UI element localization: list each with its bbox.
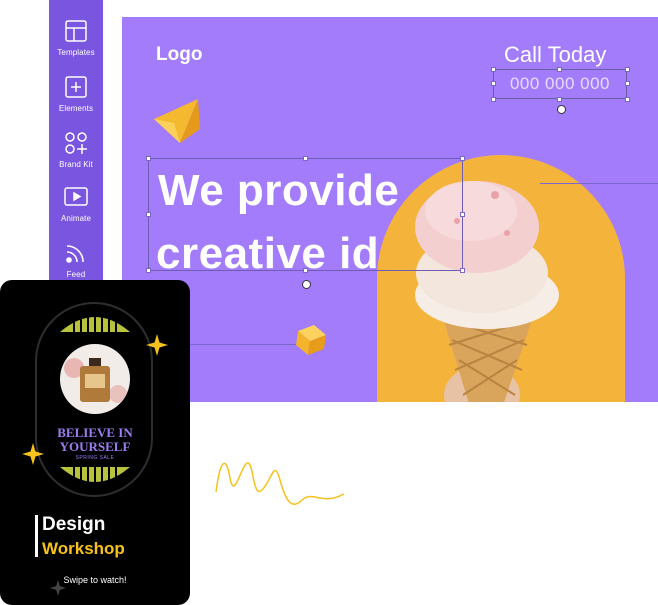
title-line: BELIEVE IN [57,425,133,440]
perfume-photo [60,344,130,414]
pyramid-shape[interactable] [152,99,202,145]
sidebar-item-templates[interactable]: Templates [49,12,103,62]
sparkle-icon [146,334,168,356]
title-line: YOURSELF [59,439,131,454]
resize-handle[interactable] [303,156,308,161]
resize-handle[interactable] [557,67,562,72]
alignment-guide [540,183,658,184]
believe-title: BELIEVE IN YOURSELF [40,426,150,454]
feed-icon [66,245,84,263]
resize-handle[interactable] [460,156,465,161]
phone-selection-box[interactable]: 000 000 000 [493,69,627,99]
stripe-pattern-top [60,313,130,332]
resize-handle[interactable] [460,268,465,273]
story-preview-card[interactable]: BELIEVE IN YOURSELF SPRING SALE Design W… [0,280,190,605]
resize-handle[interactable] [625,67,630,72]
rotate-handle-icon[interactable] [557,105,566,114]
resize-handle[interactable] [625,97,630,102]
call-today-text[interactable]: Call Today [504,42,606,68]
design-canvas[interactable]: Logo Call Today 000 000 000 We provide c… [122,17,658,402]
resize-handle[interactable] [146,268,151,273]
cube-shape[interactable] [294,323,328,357]
sidebar-item-label: Feed [66,270,86,279]
resize-handle[interactable] [460,212,465,217]
brand-kit-icon [65,132,87,154]
resize-handle[interactable] [557,97,562,102]
templates-icon [65,20,87,42]
rotate-handle-icon[interactable] [302,280,311,289]
resize-handle[interactable] [146,212,151,217]
stripe-pattern-bottom [60,467,130,486]
phone-number-text[interactable]: 000 000 000 [494,70,626,98]
design-text: Design [42,514,106,535]
resize-handle[interactable] [491,97,496,102]
logo-text[interactable]: Logo [156,44,202,66]
sidebar-item-label: Brand Kit [59,160,93,169]
swipe-text[interactable]: Swipe to watch! [0,575,190,585]
resize-handle[interactable] [303,268,308,273]
tool-sidebar: Templates Elements Brand Kit Animate Fee… [49,0,103,300]
sidebar-item-label: Elements [58,104,94,113]
sidebar-item-animate[interactable]: Animate [49,178,103,228]
resize-handle[interactable] [491,81,496,86]
squiggle-decoration [215,462,345,505]
sparkle-icon [22,443,44,465]
elements-icon [65,76,87,98]
resize-handle[interactable] [625,81,630,86]
sidebar-item-label: Animate [60,214,92,223]
perfume-icon [64,358,127,403]
sidebar-item-brand-kit[interactable]: Brand Kit [49,124,103,174]
headline-selection-box[interactable] [148,158,463,271]
sidebar-item-elements[interactable]: Elements [49,68,103,118]
resize-handle[interactable] [491,67,496,72]
sidebar-item-label: Templates [57,48,95,57]
sidebar-item-feed[interactable]: Feed [49,234,103,284]
workshop-text: Workshop [42,539,125,558]
spring-sale-text: SPRING SALE [75,455,115,461]
resize-handle[interactable] [146,156,151,161]
animate-icon [64,187,88,206]
sparkle-icon [50,580,66,596]
alignment-guide [174,344,304,345]
accent-bar [35,515,38,557]
